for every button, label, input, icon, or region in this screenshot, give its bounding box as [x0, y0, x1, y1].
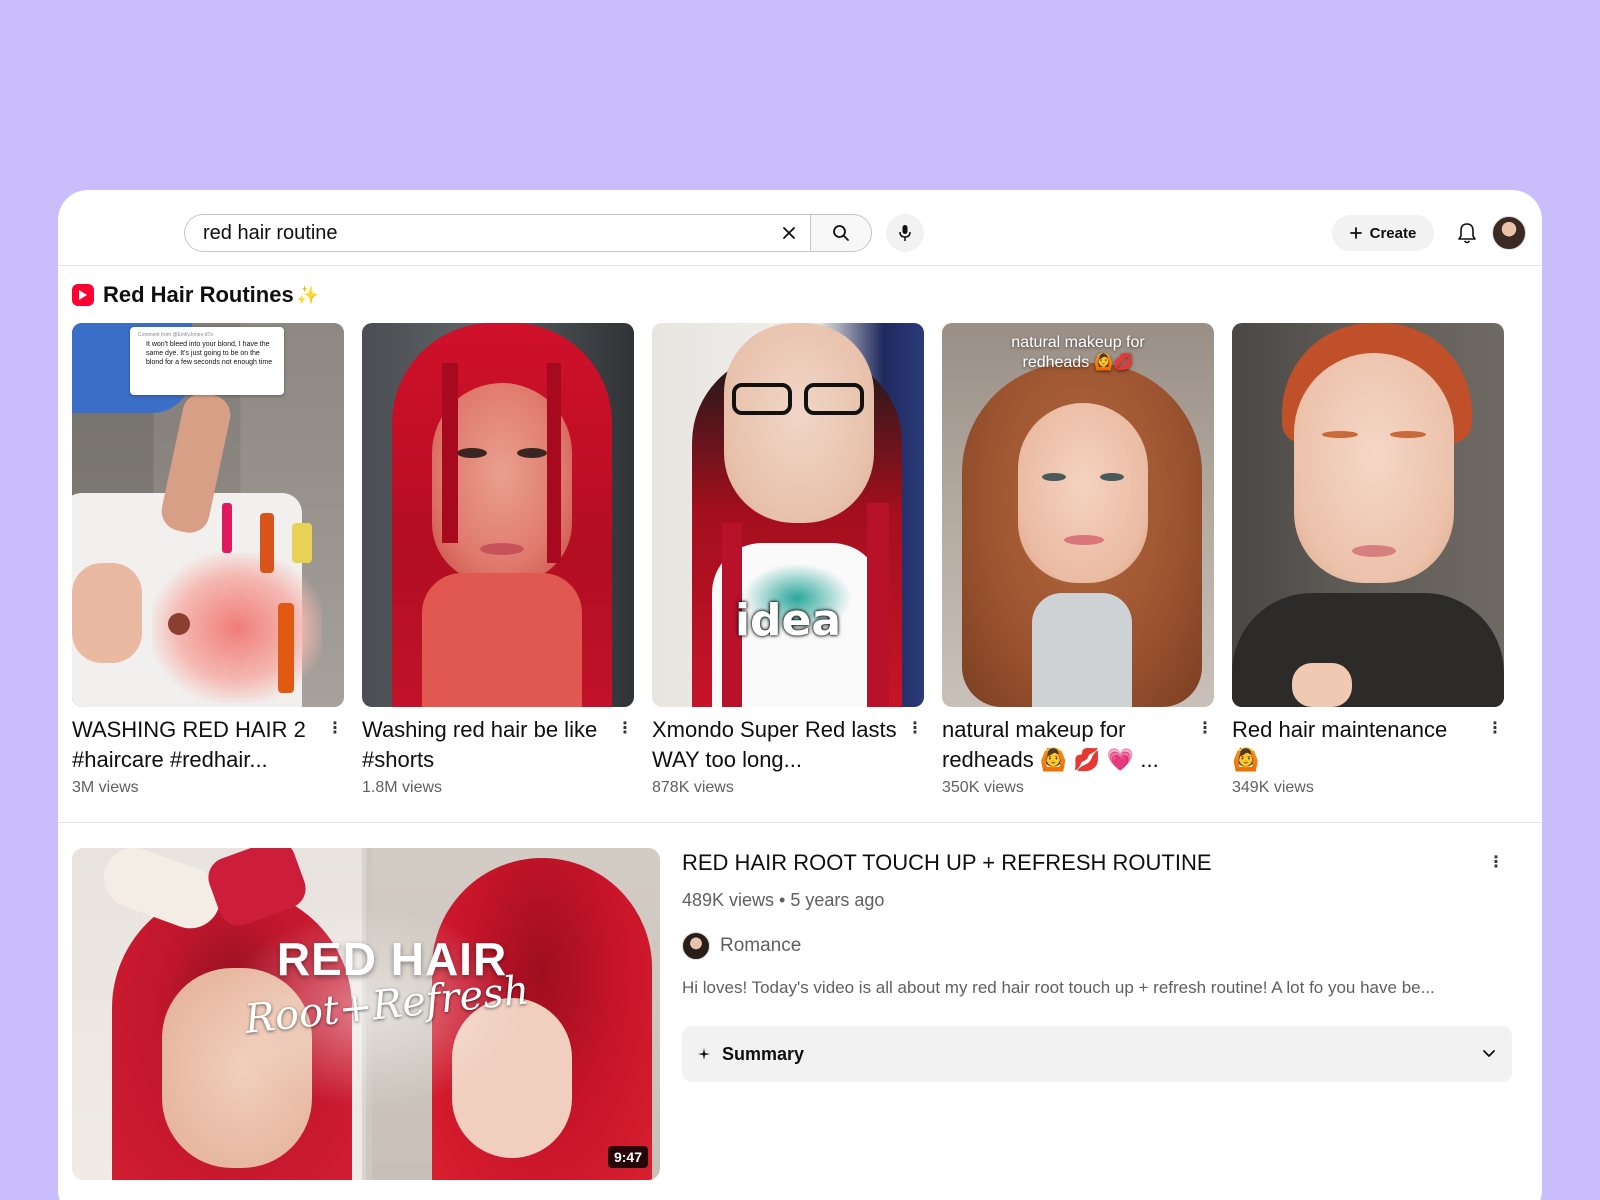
short-views: 1.8M views: [362, 779, 443, 796]
sparkle-icon: [698, 1048, 710, 1060]
account-avatar[interactable]: [1492, 216, 1526, 250]
short-title[interactable]: natural makeup for redheads 🙆 💋 💗 ...: [942, 715, 1190, 775]
short-overlay-text: natural makeup for redheads 🙆💋: [1011, 334, 1145, 371]
short-overlay-text: idea: [734, 595, 842, 646]
shelf-title: Red Hair Routines: [103, 282, 294, 307]
video-title[interactable]: RED HAIR ROOT TOUCH UP + REFRESH ROUTINE: [682, 850, 1212, 876]
short-thumbnail[interactable]: natural makeup for redheads 🙆💋: [942, 323, 1214, 707]
short-views: 350K views: [942, 779, 1024, 796]
more-vert-icon[interactable]: ⋮: [1487, 717, 1503, 739]
short-card[interactable]: Red hair maintenance 🙆 349K views ⋮: [1232, 323, 1504, 813]
more-vert-icon[interactable]: ⋮: [1197, 717, 1213, 739]
chevron-down-icon: [1483, 1050, 1495, 1057]
section-divider: [58, 822, 1542, 823]
video-meta: 489K views • 5 years ago: [682, 890, 885, 910]
short-title[interactable]: Red hair maintenance 🙆: [1232, 715, 1480, 775]
clear-search-button[interactable]: [772, 216, 806, 250]
search-input[interactable]: red hair routine: [184, 214, 814, 252]
more-vert-icon[interactable]: ⋮: [327, 717, 343, 739]
plus-icon: [1349, 227, 1362, 239]
create-label: Create: [1369, 224, 1417, 242]
channel-link[interactable]: Romance: [682, 932, 801, 960]
shorts-icon: [72, 284, 94, 306]
video-thumbnail[interactable]: RED HAIR Root+Refresh 9:47: [72, 848, 660, 1180]
short-title[interactable]: Xmondo Super Red lasts WAY too long...: [652, 715, 900, 775]
short-thumbnail[interactable]: [1232, 323, 1504, 707]
mic-icon: [899, 225, 911, 241]
search-query[interactable]: red hair routine: [203, 222, 772, 245]
short-thumbnail[interactable]: idea: [652, 323, 924, 707]
notifications-button[interactable]: [1450, 216, 1484, 250]
video-duration: 9:47: [607, 1146, 648, 1168]
channel-name[interactable]: Romance: [720, 935, 801, 957]
top-bar: red hair routine Create: [58, 190, 1542, 266]
summary-label: Summary: [722, 1043, 805, 1064]
short-card[interactable]: Washing red hair be like #shorts 1.8M vi…: [362, 323, 634, 813]
comment-text: It won't bleed into your blond, I have t…: [146, 341, 273, 366]
voice-search-button[interactable]: [886, 214, 924, 252]
short-card[interactable]: idea Xmondo Super Red lasts WAY too long…: [652, 323, 924, 813]
short-card[interactable]: natural makeup for redheads 🙆💋 natural m…: [942, 323, 1214, 813]
shorts-row: Comment from @EmilyJones-d7o It won't bl…: [72, 323, 1512, 813]
more-vert-icon[interactable]: ⋮: [907, 717, 923, 739]
bell-icon: [1458, 223, 1476, 244]
create-button[interactable]: Create: [1332, 215, 1434, 251]
comment-sticker: Comment from @EmilyJones-d7o It won't bl…: [130, 327, 284, 395]
close-icon: [783, 227, 795, 239]
summary-button[interactable]: Summary: [682, 1026, 1512, 1082]
channel-avatar[interactable]: [682, 932, 710, 960]
short-title[interactable]: WASHING RED HAIR 2 #haircare #redhair...: [72, 715, 320, 775]
short-title[interactable]: Washing red hair be like #shorts: [362, 715, 610, 775]
search-button[interactable]: [810, 214, 872, 252]
search-icon: [833, 225, 849, 241]
more-vert-icon[interactable]: ⋮: [617, 717, 633, 739]
shorts-shelf-header: Red Hair Routines ✨: [72, 280, 319, 310]
comment-header: Comment from @EmilyJones-d7o: [138, 332, 214, 338]
short-thumbnail[interactable]: [362, 323, 634, 707]
short-views: 349K views: [1232, 779, 1314, 796]
sparkle-icon: ✨: [296, 284, 320, 305]
short-card[interactable]: Comment from @EmilyJones-d7o It won't bl…: [72, 323, 344, 813]
more-vert-icon[interactable]: ⋮: [1488, 852, 1504, 872]
video-description: Hi loves! Today's video is all about my …: [682, 978, 1435, 997]
short-views: 3M views: [72, 779, 139, 796]
short-thumbnail[interactable]: Comment from @EmilyJones-d7o It won't bl…: [72, 323, 344, 707]
youtube-window: red hair routine Create Red Hair Routine…: [58, 190, 1542, 1200]
short-views: 878K views: [652, 779, 734, 796]
